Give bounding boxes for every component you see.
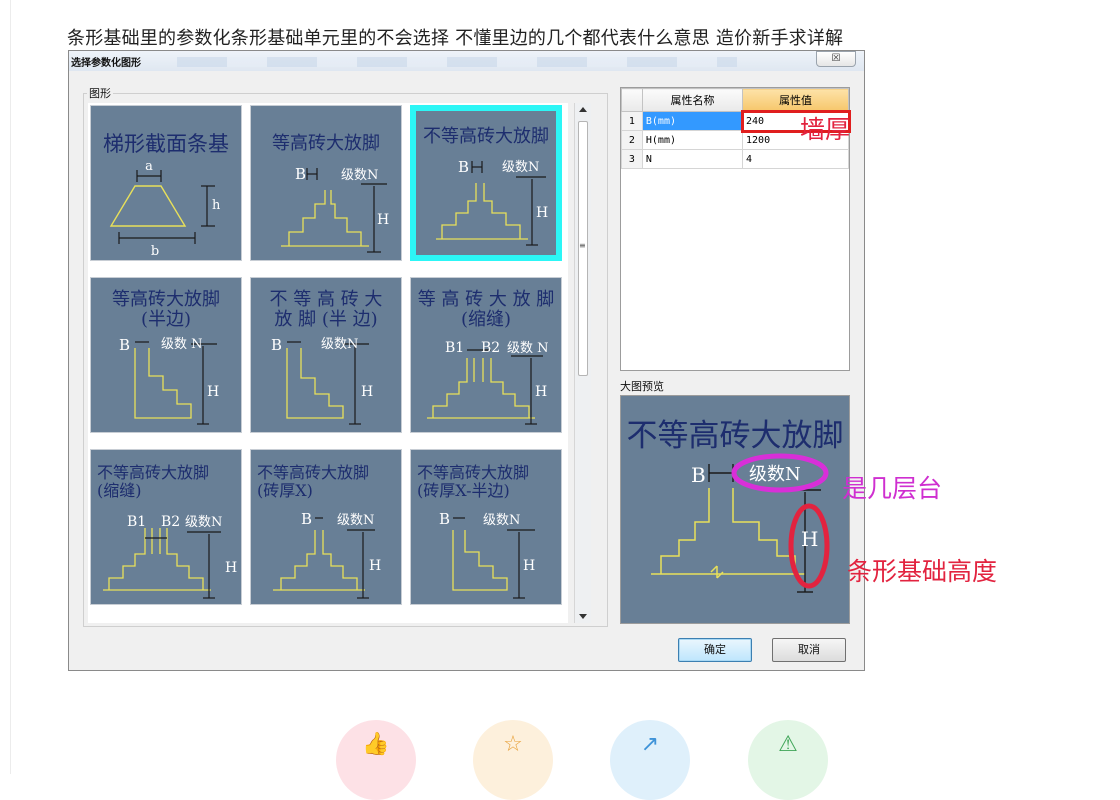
tile-label-h: h: [212, 198, 221, 213]
property-index-header: [621, 88, 643, 112]
tile-label-b: B: [458, 158, 469, 176]
large-preview: 不等高砖大放脚 B 级数N H: [620, 395, 850, 624]
tile-label-b: B: [439, 510, 450, 528]
annotation-foundation-height: 条形基础高度: [847, 557, 998, 586]
shape-tile-unequal-half[interactable]: 不 等 高 砖 大 放 脚 (半 边) B 级数N H: [250, 277, 402, 433]
tile-label-h: H: [535, 384, 547, 400]
tile-label-level: 级数N: [321, 337, 358, 352]
tile-label-h: H: [361, 384, 373, 400]
half-footing-diagram: B 级数 N H: [119, 336, 219, 425]
shape-tile-brick-thickness[interactable]: 不等高砖大放脚 (砖厚X) B 级数N H: [250, 449, 402, 605]
shape-tile-unequal-joint[interactable]: 不等高砖大放脚 (缩缝) B1 B2 级数N H: [90, 449, 242, 605]
share-icon: ↗: [640, 732, 660, 757]
tile-label-level: 级数N: [483, 513, 520, 528]
dialog-title: 选择参数化图形: [71, 58, 141, 69]
shape-tile-equal-joint[interactable]: 等 高 砖 大 放 脚 (缩缝) B1 B2 级数 N H: [410, 277, 562, 433]
thumbs-up-icon: 👍: [362, 732, 390, 757]
tile-label-b: B: [295, 165, 306, 183]
shape-gallery: 梯形截面条基 a h b 等高砖大放脚 B 级数N H 不等高砖大放脚 B 级数…: [88, 103, 568, 623]
like-button[interactable]: 👍: [336, 720, 416, 800]
tile-label-b: B: [119, 336, 130, 354]
shape-tile-brick-thickness-half[interactable]: 不等高砖大放脚 (砖厚X-半边) B 级数N H: [410, 449, 562, 605]
shape-group-label: 图形: [87, 85, 113, 101]
preview-label-level: 级数N: [749, 464, 801, 485]
tile-label-b: B: [271, 336, 282, 354]
tile-label-level: 级数N: [185, 515, 222, 530]
tile-label-h: H: [369, 558, 381, 574]
brick-footing-diagram: B 级数N H: [273, 510, 381, 599]
scroll-grip-icon: ≡: [579, 241, 586, 250]
property-index: 3: [621, 149, 643, 169]
shape-tile-trapezoid[interactable]: 梯形截面条基 a h b: [90, 105, 242, 261]
ok-button[interactable]: 确定: [678, 638, 752, 662]
preview-label: 大图预览: [620, 380, 664, 393]
dialog-titlebar: 选择参数化图形 ☒: [69, 51, 864, 71]
tile-label-h: H: [207, 384, 219, 400]
property-value[interactable]: 4: [742, 149, 849, 169]
scroll-up-icon[interactable]: [579, 107, 587, 112]
cancel-button[interactable]: 取消: [772, 638, 846, 662]
tile-label-level: 级数 N: [507, 341, 549, 356]
joint-footing-diagram: B1 B2 级数N H: [103, 514, 237, 599]
post-title: 条形基础里的参数化条形基础单元里的不会选择 不懂里边的几个都代表什么意思 造价新…: [67, 28, 844, 49]
property-index: 1: [621, 111, 643, 131]
share-button[interactable]: ↗: [610, 720, 690, 800]
tile-label-level: 级数 N: [161, 337, 203, 352]
trapezoid-diagram: a h b: [109, 159, 221, 259]
preview-label-h: H: [801, 527, 818, 551]
tile-label-b2: B2: [161, 514, 180, 530]
tile-label-b: b: [151, 244, 159, 259]
annotation-wall-thickness: 墙厚: [800, 115, 851, 144]
preview-label-b: B: [691, 463, 706, 487]
shape-tile-unequal-brick-footing[interactable]: 不等高砖大放脚 B 级数N H: [410, 105, 562, 261]
select-parametric-shape-dialog: 选择参数化图形 ☒ 图形 梯形截面条基 a h b 等高砖大放脚 B 级数N H…: [68, 50, 865, 671]
tile-label-level: 级数N: [341, 168, 378, 183]
tile-label-h: H: [536, 205, 548, 221]
half-footing-diagram: B 级数N H: [439, 510, 535, 599]
brick-footing-diagram: B 级数N H: [436, 158, 548, 246]
blurred-background-strip: [177, 57, 737, 67]
favorite-button[interactable]: ☆: [473, 720, 553, 800]
page-left-border: [10, 0, 11, 774]
tile-label-level: 级数N: [502, 160, 539, 175]
close-button[interactable]: ☒: [816, 51, 856, 67]
property-value-header: 属性值: [742, 88, 849, 112]
property-name: N: [641, 149, 744, 169]
preview-diagram: B 级数N H: [651, 463, 821, 593]
report-button[interactable]: ⚠: [748, 720, 828, 800]
shape-tile-equal-half[interactable]: 等高砖大放脚 (半边) B 级数 N H: [90, 277, 242, 433]
tile-label-h: H: [523, 558, 535, 574]
annotation-level-count: 是几层台: [842, 474, 943, 503]
tile-label-b2: B2: [481, 340, 500, 356]
tile-label-h: H: [377, 212, 389, 228]
tile-label-level: 级数N: [337, 513, 374, 528]
tile-label-b1: B1: [127, 514, 146, 530]
gallery-scrollbar[interactable]: ≡: [574, 103, 591, 623]
tile-label-b1: B1: [445, 340, 464, 356]
warning-icon: ⚠: [778, 732, 798, 757]
tile-label-h: H: [225, 560, 237, 576]
tile-label-a: a: [145, 159, 153, 174]
shape-tile-equal-brick-footing[interactable]: 等高砖大放脚 B 级数N H: [250, 105, 402, 261]
property-name: B(mm): [641, 111, 744, 131]
property-name-header: 属性名称: [641, 88, 744, 112]
property-index: 2: [621, 130, 643, 150]
half-footing-diagram: B 级数N H: [271, 336, 373, 425]
scroll-down-icon[interactable]: [579, 614, 587, 619]
tile-label-b: B: [301, 510, 312, 528]
star-icon: ☆: [503, 732, 523, 757]
property-name: H(mm): [641, 130, 744, 150]
joint-footing-diagram: B1 B2 级数 N H: [427, 340, 549, 425]
property-row[interactable]: 3 N 4: [621, 149, 849, 169]
brick-footing-diagram: B 级数N H: [281, 165, 389, 253]
